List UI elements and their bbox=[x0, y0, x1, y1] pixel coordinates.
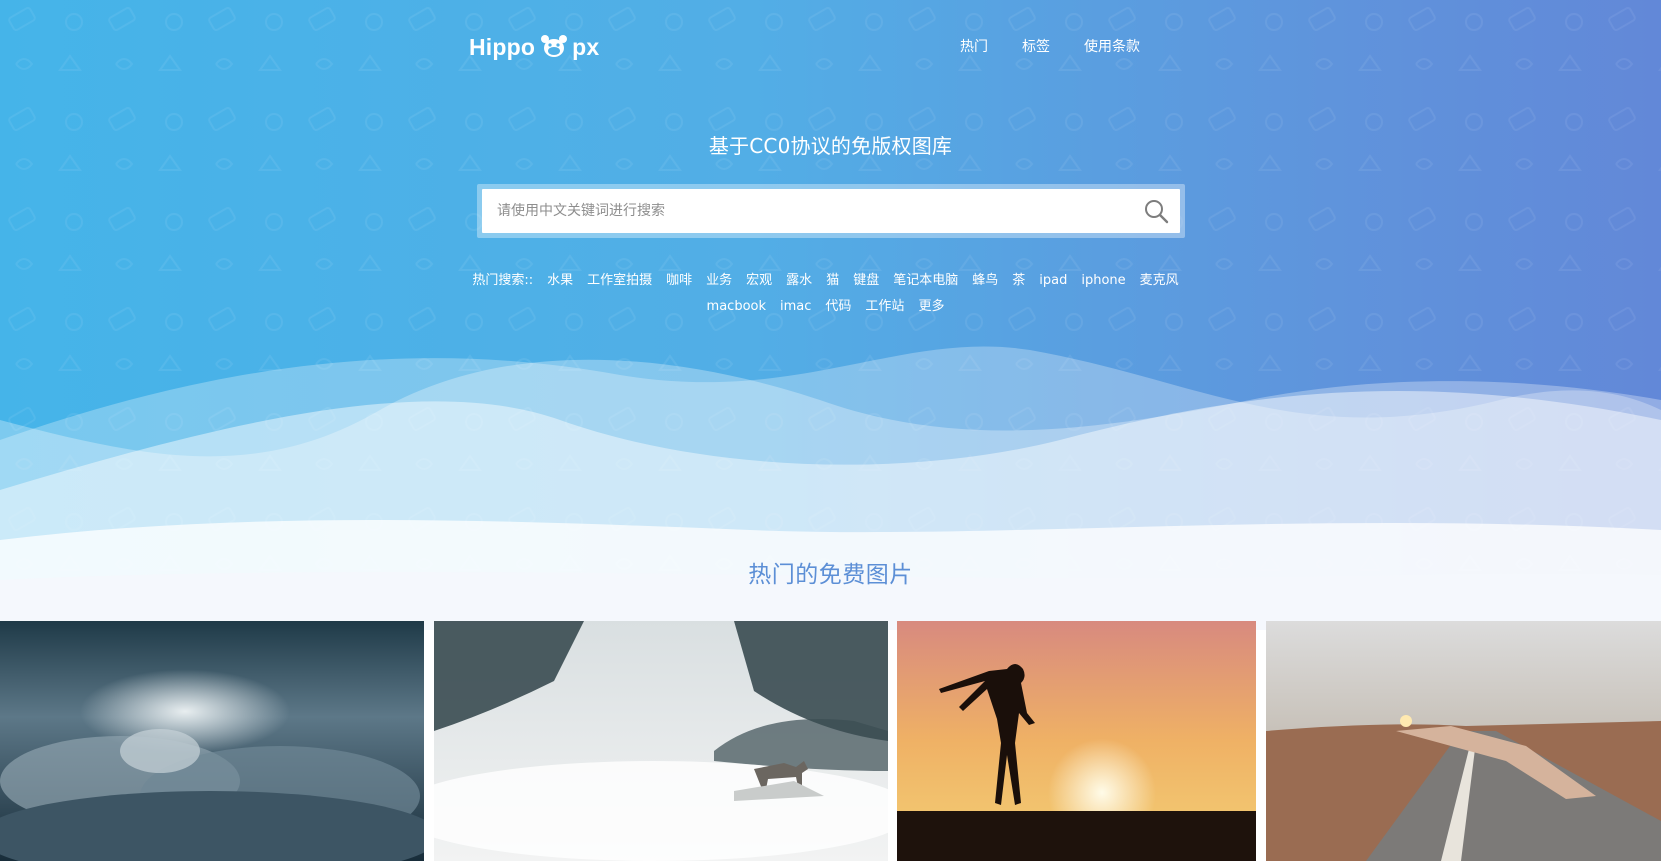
photo-card[interactable] bbox=[0, 621, 424, 861]
logo-text-right: px bbox=[572, 33, 600, 60]
nav-link-tags[interactable]: 标签 bbox=[1022, 36, 1050, 56]
hot-tag[interactable]: 工作室拍摄 bbox=[587, 273, 652, 288]
hot-tag[interactable]: 键盘 bbox=[853, 273, 879, 288]
hippo-logo-icon bbox=[541, 35, 568, 57]
hero-title: 基于CC0协议的免版权图库 bbox=[708, 134, 953, 158]
hot-tag[interactable]: macbook bbox=[707, 299, 766, 314]
hot-tag[interactable]: 水果 bbox=[547, 273, 573, 288]
logo[interactable]: Hippo px bbox=[469, 32, 599, 62]
hot-tag[interactable]: imac bbox=[780, 299, 811, 314]
photo-road-swimmer bbox=[1266, 621, 1661, 861]
nav-link-hot[interactable]: 热门 bbox=[960, 36, 988, 56]
photo-card[interactable] bbox=[434, 621, 888, 861]
hot-searches: 热门搜索:: 水果 工作室拍摄 咖啡 业务 宏观 露水猫键盘 笔记本电脑 蜂鸟茶 ipad ipho… bbox=[460, 268, 1205, 320]
page: Hippo px 热门 标签 使用条款 基于CC0协议的免版权图库 请使用中文关… bbox=[0, 0, 1661, 861]
search-icon[interactable] bbox=[1142, 197, 1170, 225]
hot-tag[interactable]: 代码 bbox=[825, 299, 851, 314]
logo-text-left: Hippo bbox=[469, 33, 536, 60]
hot-tag[interactable]: iphone bbox=[1081, 273, 1125, 288]
top-nav: 热门 标签 使用条款 bbox=[960, 36, 1174, 56]
hot-tag[interactable]: 宏观 bbox=[746, 273, 772, 288]
hot-tag[interactable]: 茶 bbox=[1012, 273, 1025, 288]
photo-card[interactable] bbox=[897, 621, 1256, 861]
hot-tag[interactable]: ipad bbox=[1039, 273, 1067, 288]
photo-wolf-mist bbox=[434, 621, 888, 861]
photo-clouds bbox=[0, 621, 424, 861]
section-title: 热门的免费图片 bbox=[748, 562, 913, 588]
photo-gallery bbox=[0, 621, 1661, 861]
hot-tag[interactable]: 工作站 bbox=[865, 299, 904, 314]
hot-tag[interactable]: 笔记本电脑 bbox=[893, 273, 958, 288]
hot-tag[interactable]: 猫 bbox=[826, 273, 839, 288]
hot-tag[interactable]: 蜂鸟 bbox=[972, 273, 998, 288]
hot-tag[interactable]: 业务 bbox=[706, 273, 732, 288]
search-box bbox=[482, 189, 1180, 233]
photo-card[interactable] bbox=[1266, 621, 1661, 861]
nav-link-terms[interactable]: 使用条款 bbox=[1084, 36, 1140, 56]
hot-tag[interactable]: 咖啡 bbox=[666, 273, 692, 288]
hot-searches-label: 热门搜索:: bbox=[472, 273, 534, 288]
hot-tag[interactable]: 露水 bbox=[786, 273, 812, 288]
search-bar bbox=[477, 184, 1185, 238]
hot-tag-more[interactable]: 更多 bbox=[918, 299, 944, 314]
search-input[interactable] bbox=[495, 202, 1099, 220]
hot-tag[interactable]: 麦克风 bbox=[1140, 273, 1179, 288]
hero-banner: Hippo px 热门 标签 使用条款 基于CC0协议的免版权图库 请使用中文关… bbox=[0, 0, 1661, 630]
photo-sunset-silhouette bbox=[897, 621, 1256, 861]
